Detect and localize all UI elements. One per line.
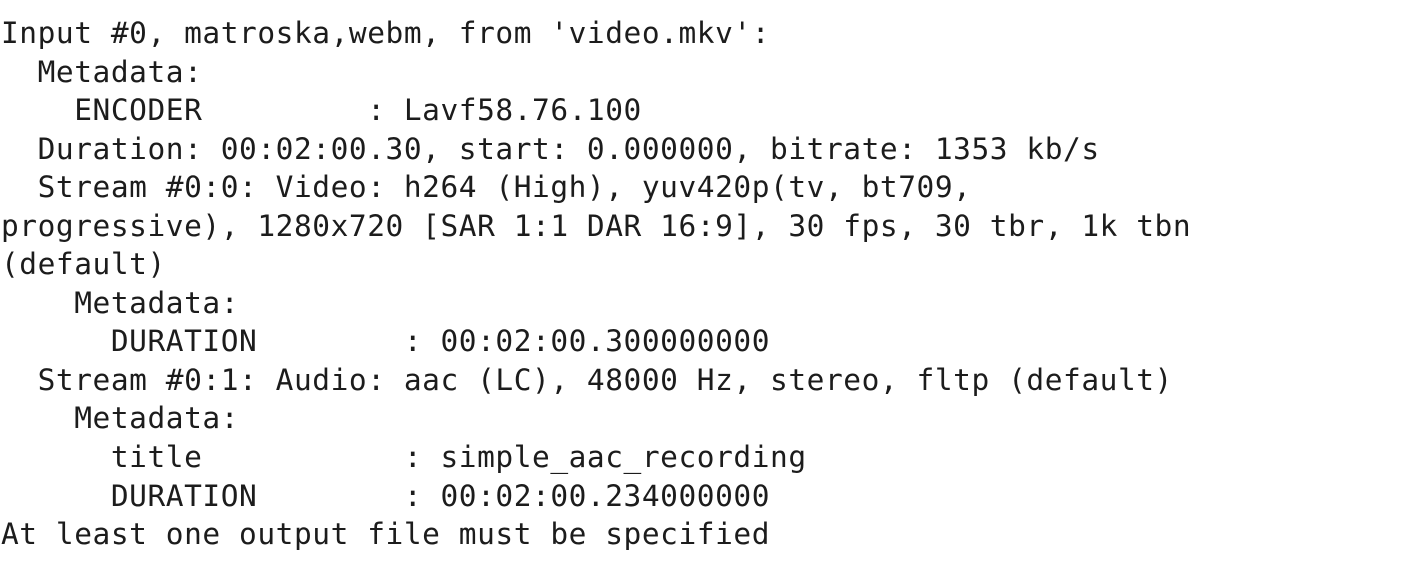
terminal-line: progressive), 1280x720 [SAR 1:1 DAR 16:9… [1, 208, 1192, 243]
terminal-line: At least one output file must be specifi… [1, 517, 771, 552]
terminal-line: Input #0, matroska,webm, from 'video.mkv… [1, 16, 771, 50]
terminal-line: title : simple_aac_recording [1, 440, 807, 475]
terminal-line: Duration: 00:02:00.30, start: 0.000000, … [1, 131, 1100, 166]
terminal-line: ENCODER : Lavf58.76.100 [1, 93, 642, 128]
terminal-output-pane[interactable]: Input #0, matroska,webm, from 'video.mkv… [0, 0, 1421, 577]
terminal-line: Metadata: [1, 54, 203, 89]
terminal-line: (default) [1, 247, 166, 282]
terminal-line: Stream #0:1: Audio: aac (LC), 48000 Hz, … [1, 362, 1173, 397]
terminal-line: DURATION : 00:02:00.300000000 [1, 324, 771, 359]
terminal-line: Metadata: [1, 285, 240, 320]
terminal-line: Metadata: [1, 401, 240, 436]
terminal-line: Stream #0:0: Video: h264 (High), yuv420p… [1, 170, 972, 205]
terminal-line: DURATION : 00:02:00.234000000 [1, 478, 771, 513]
terminal-line-stack: Input #0, matroska,webm, from 'video.mkv… [1, 14, 1191, 554]
